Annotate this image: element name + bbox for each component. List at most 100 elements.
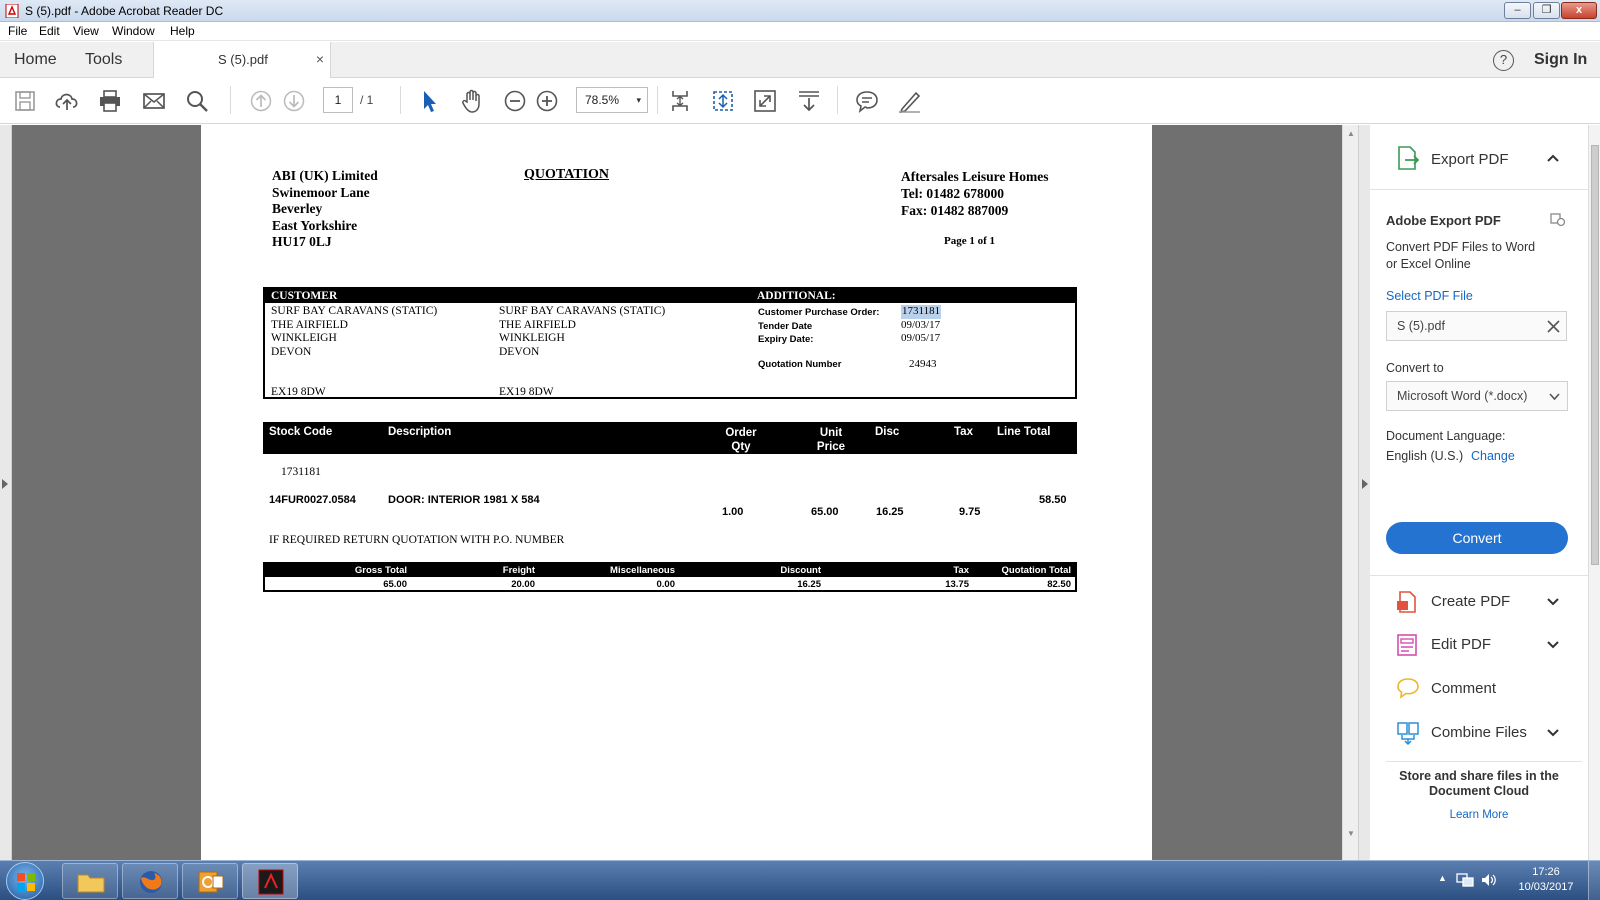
change-language-link[interactable]: Change xyxy=(1471,449,1515,463)
upload-icon[interactable] xyxy=(54,88,80,114)
col-unit-price: Unit Price xyxy=(806,426,856,454)
sender-line: Beverley xyxy=(272,201,323,217)
tool-combine-files[interactable]: Combine Files xyxy=(1431,724,1527,741)
address-line: WINKLEIGH xyxy=(499,332,565,344)
document-scrollbar[interactable]: ▲ ▼ xyxy=(1342,125,1358,860)
expiry-label: Expiry Date: xyxy=(758,334,814,345)
tab-home[interactable]: Home xyxy=(14,51,57,69)
menu-window[interactable]: Window xyxy=(112,24,155,38)
system-clock[interactable]: 17:26 10/03/2017 xyxy=(1508,865,1584,895)
minimize-button[interactable]: – xyxy=(1504,2,1531,19)
export-pdf-title[interactable]: Export PDF xyxy=(1431,151,1509,168)
quotation-number-label: Quotation Number xyxy=(758,359,842,370)
learn-more-link[interactable]: Learn More xyxy=(1370,809,1588,821)
read-mode-icon[interactable] xyxy=(796,88,822,114)
clear-file-icon[interactable] xyxy=(1547,320,1560,333)
combine-files-icon xyxy=(1397,722,1419,745)
sign-icon[interactable] xyxy=(896,88,922,114)
total-freight-label: Freight xyxy=(502,565,535,576)
taskbar-outlook[interactable] xyxy=(182,863,238,899)
clock-date: 10/03/2017 xyxy=(1518,881,1574,893)
volume-icon[interactable] xyxy=(1480,872,1498,888)
zoom-out-icon[interactable] xyxy=(502,88,528,114)
col-stock-code: Stock Code xyxy=(269,426,333,438)
manage-account-icon[interactable] xyxy=(1550,211,1566,227)
total-gross-label: Gross Total xyxy=(354,565,407,576)
zoom-select[interactable]: 78.5% ▾ xyxy=(576,87,648,113)
full-screen-icon[interactable] xyxy=(752,88,778,114)
total-freight: 20.00 xyxy=(511,579,535,590)
print-icon[interactable] xyxy=(97,88,123,114)
page-total: / 1 xyxy=(360,93,374,107)
chevron-down-icon[interactable] xyxy=(1546,640,1560,650)
save-icon[interactable] xyxy=(12,88,38,114)
taskbar-firefox[interactable] xyxy=(122,863,178,899)
rotate-icon[interactable] xyxy=(710,88,736,114)
tab-bar: Home Tools S (5).pdf × ? Sign In xyxy=(0,42,1600,78)
tools-pane-scrollbar[interactable] xyxy=(1588,125,1600,860)
start-button[interactable] xyxy=(6,862,44,900)
address-line: THE AIRFIELD xyxy=(499,318,576,331)
chevron-up-icon[interactable] xyxy=(1546,153,1560,163)
tool-create-pdf[interactable]: Create PDF xyxy=(1431,593,1510,610)
company-details: Aftersales Leisure Homes Tel: 01482 6780… xyxy=(901,168,1048,219)
close-tab-icon[interactable]: × xyxy=(316,51,324,67)
chevron-down-icon[interactable] xyxy=(1546,597,1560,607)
select-pdf-file-link[interactable]: Select PDF File xyxy=(1386,289,1473,303)
line-disc: 16.25 xyxy=(876,506,904,518)
totals-box: Gross Total Freight Miscellaneous Discou… xyxy=(263,562,1077,592)
scrollbar-thumb[interactable] xyxy=(1591,145,1599,565)
chevron-down-icon[interactable] xyxy=(1546,728,1560,738)
customer-header-bar xyxy=(265,289,1075,303)
convert-button[interactable]: Convert xyxy=(1386,522,1568,554)
comment-icon[interactable] xyxy=(854,88,880,114)
network-icon[interactable] xyxy=(1456,872,1474,888)
menu-help[interactable]: Help xyxy=(170,24,195,38)
address-line: THE AIRFIELD xyxy=(271,318,348,331)
menu-edit[interactable]: Edit xyxy=(39,24,60,38)
maximize-button[interactable]: ❐ xyxy=(1533,2,1560,19)
fit-page-icon[interactable] xyxy=(667,88,693,114)
tool-comment[interactable]: Comment xyxy=(1431,680,1496,697)
edit-pdf-icon xyxy=(1397,634,1417,656)
left-panel-toggle[interactable] xyxy=(0,125,12,860)
line-description: DOOR: INTERIOR 1981 X 584 xyxy=(388,494,540,506)
sender-line: ABI (UK) Limited xyxy=(272,168,378,183)
return-note: IF REQUIRED RETURN QUOTATION WITH P.O. N… xyxy=(269,534,565,546)
tool-edit-pdf[interactable]: Edit PDF xyxy=(1431,636,1491,653)
po-value[interactable]: 1731181 xyxy=(901,305,942,319)
col-order-qty-line2: Qty xyxy=(731,441,751,453)
window-title-bar[interactable]: S (5).pdf - Adobe Acrobat Reader DC – ❐ … xyxy=(0,0,1600,22)
show-desktop-button[interactable] xyxy=(1588,861,1600,900)
next-page-icon[interactable] xyxy=(281,88,307,114)
close-window-button[interactable]: x xyxy=(1561,2,1597,19)
scroll-down-icon[interactable]: ▼ xyxy=(1347,829,1355,838)
col-unit-price-line2: Price xyxy=(816,441,846,453)
tab-tools[interactable]: Tools xyxy=(85,51,122,69)
search-icon[interactable] xyxy=(184,88,210,114)
pdf-page[interactable]: ABI (UK) Limited Swinemoor Lane Beverley… xyxy=(201,125,1152,860)
tender-value: 09/03/17 xyxy=(901,318,941,331)
format-select[interactable]: Microsoft Word (*.docx) xyxy=(1386,381,1568,411)
sign-in-link[interactable]: Sign In xyxy=(1534,51,1587,69)
taskbar-explorer[interactable] xyxy=(62,863,118,899)
comment-tool-icon xyxy=(1397,678,1419,699)
email-icon[interactable] xyxy=(141,88,167,114)
menu-file[interactable]: File xyxy=(8,24,27,38)
show-hidden-icons[interactable]: ▲ xyxy=(1438,873,1447,883)
taskbar-acrobat[interactable] xyxy=(242,863,298,899)
select-cursor-icon[interactable] xyxy=(416,88,442,114)
hand-icon[interactable] xyxy=(459,88,485,114)
scroll-up-icon[interactable]: ▲ xyxy=(1347,129,1355,138)
tab-document[interactable]: S (5).pdf × xyxy=(153,42,331,78)
selected-file-name: S (5).pdf xyxy=(1397,319,1445,333)
selected-file-field[interactable]: S (5).pdf xyxy=(1386,311,1567,341)
company-line: Aftersales Leisure Homes xyxy=(901,169,1049,184)
acrobat-app-icon xyxy=(5,4,19,18)
zoom-in-icon[interactable] xyxy=(534,88,560,114)
help-icon[interactable]: ? xyxy=(1493,50,1514,71)
right-pane-toggle[interactable] xyxy=(1358,125,1370,860)
menu-view[interactable]: View xyxy=(73,24,99,38)
prev-page-icon[interactable] xyxy=(248,88,274,114)
page-number-input[interactable]: 1 xyxy=(323,87,353,113)
